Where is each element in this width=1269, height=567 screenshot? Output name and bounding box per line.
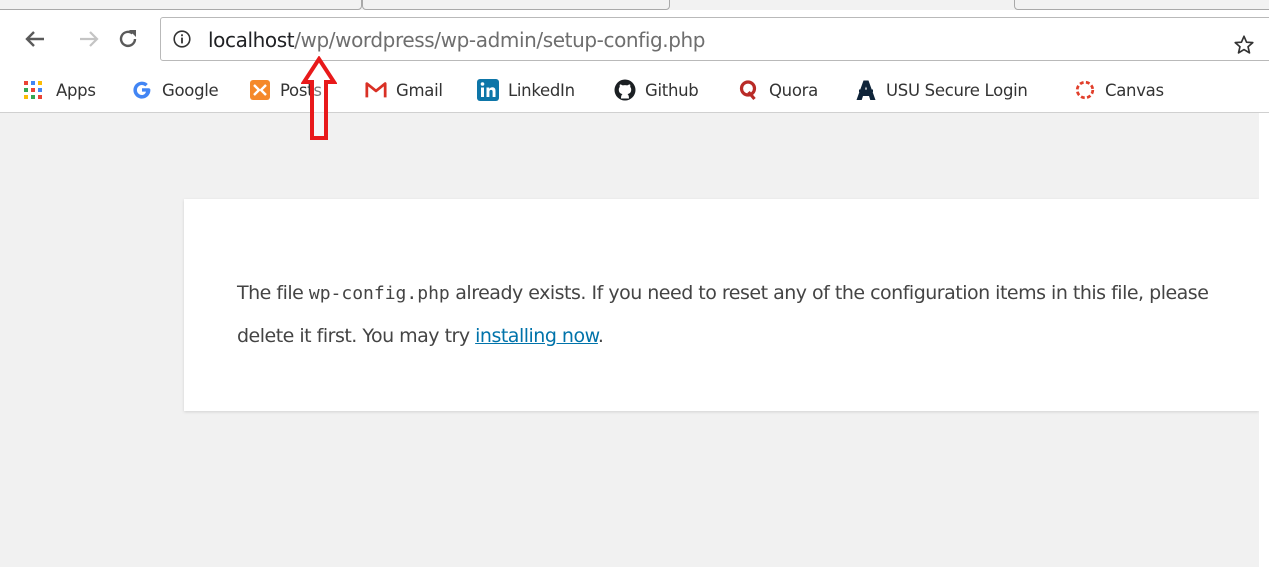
bookmark-star-icon[interactable] [1233, 34, 1255, 56]
bookmark-quora[interactable]: Quora [738, 78, 818, 102]
reload-icon [119, 30, 137, 48]
browser-tab[interactable] [1014, 0, 1269, 10]
annotation-arrow-icon [301, 56, 337, 140]
message-text: . [597, 325, 604, 347]
info-icon[interactable] [173, 30, 191, 48]
bookmark-label: Apps [56, 80, 96, 100]
browser-toolbar: localhost/wp/wordpress/wp-admin/setup-co… [0, 10, 1269, 70]
gmail-icon [365, 79, 387, 101]
github-icon [614, 79, 636, 101]
message-line-2: delete it first. You may try installing … [237, 315, 1259, 357]
bookmark-label: Gmail [396, 80, 443, 100]
address-bar[interactable]: localhost/wp/wordpress/wp-admin/setup-co… [160, 17, 1269, 61]
browser-tab[interactable] [362, 0, 670, 10]
bookmark-github[interactable]: Github [614, 78, 699, 102]
canvas-icon [1074, 79, 1096, 101]
message-text: The file [237, 282, 309, 304]
bookmark-gmail[interactable]: Gmail [365, 78, 443, 102]
bookmark-label: LinkedIn [508, 80, 575, 100]
forward-button[interactable] [74, 24, 104, 54]
bookmark-label: USU Secure Login [886, 80, 1028, 100]
back-button[interactable] [20, 24, 50, 54]
url-host: localhost [208, 28, 295, 52]
forward-arrow-icon [80, 31, 99, 47]
browser-tab[interactable] [0, 0, 362, 10]
bookmark-google[interactable]: Google [131, 78, 219, 102]
bookmark-canvas[interactable]: Canvas [1074, 78, 1164, 102]
config-filename: wp-config.php [308, 283, 450, 304]
bookmark-label: Github [645, 80, 699, 100]
back-arrow-icon [25, 31, 44, 47]
reload-button[interactable] [113, 24, 143, 54]
usu-icon [855, 79, 877, 101]
message-line-1: The file wp-config.php already exists. I… [237, 272, 1259, 315]
bookmark-label: Quora [769, 80, 818, 100]
message-text: already exists. If you need to reset any… [449, 282, 1209, 304]
bookmarks-bar: Apps Google Posts Gmail LinkedIn Github … [0, 70, 1269, 113]
bookmark-usu-secure-login[interactable]: USU Secure Login [855, 78, 1028, 102]
setup-message: The file wp-config.php already exists. I… [237, 272, 1259, 357]
bookmark-apps[interactable]: Apps [22, 78, 96, 102]
bookmark-label: Google [162, 80, 219, 100]
apps-grid-icon [22, 79, 44, 101]
url-text[interactable]: localhost/wp/wordpress/wp-admin/setup-co… [208, 28, 705, 52]
linkedin-icon [477, 79, 499, 101]
url-path: /wp/wordpress/wp-admin/setup-config.php [294, 28, 706, 52]
bookmark-label: Canvas [1105, 80, 1164, 100]
window-edge [1259, 113, 1269, 567]
tab-strip [0, 0, 1269, 10]
google-icon [131, 79, 153, 101]
xampp-icon [249, 79, 271, 101]
quora-icon [738, 79, 760, 101]
setup-message-card: The file wp-config.php already exists. I… [184, 199, 1259, 411]
message-text: delete it first. You may try [237, 325, 476, 347]
installing-now-link[interactable]: installing now [475, 325, 598, 347]
page-content: The file wp-config.php already exists. I… [0, 113, 1259, 567]
bookmark-linkedin[interactable]: LinkedIn [477, 78, 575, 102]
